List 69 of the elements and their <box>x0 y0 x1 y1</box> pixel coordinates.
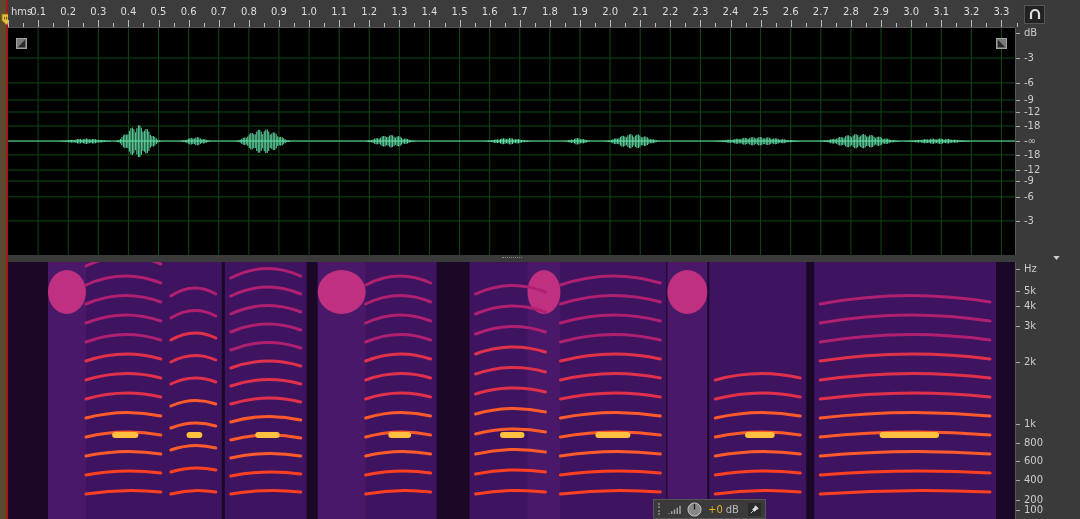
frequency-scale-label: 400 <box>1024 474 1044 485</box>
fade-out-handle-icon[interactable] <box>996 38 1007 49</box>
ruler-label: 2.9 <box>873 6 889 17</box>
signal-bars-icon <box>668 503 681 515</box>
ruler-label: 1.4 <box>421 6 438 17</box>
gain-unit: dB <box>725 503 739 515</box>
ruler-label: 0.3 <box>90 6 107 17</box>
ruler-label: 0.4 <box>120 6 137 17</box>
db-scale-label: -3 <box>1024 215 1034 226</box>
fade-in-handle-icon[interactable] <box>16 38 27 49</box>
headphones-button[interactable] <box>1024 4 1045 24</box>
ruler-label: 2.0 <box>602 6 619 17</box>
ruler-label: 0.6 <box>180 6 197 17</box>
frequency-scale-label: 600 <box>1024 455 1044 466</box>
frequency-scale-label: 3k <box>1024 321 1037 331</box>
ruler-label: 0.5 <box>150 6 167 17</box>
ruler-label: 1.9 <box>572 6 588 17</box>
time-ruler[interactable]: hms0.1 0.2 0.3 0.4 0.5 0.6 0.7 0.8 0.9 1.0 1.1 1.2 1.3 1.4 1.5 1.6 1.7 1.8 1.9 2.0 2.1 2.2 2.3 2.4 2.5 2.6 2.7 2.8 2.9 3.0 3.1 3.2 3.3 <box>8 0 1015 28</box>
ruler-label: 2.2 <box>662 6 679 17</box>
ruler-label: 1.1 <box>331 6 348 17</box>
ruler-label: 0.7 <box>210 6 227 17</box>
db-scale-label: -9 <box>1024 94 1034 105</box>
frequency-scale-label: 4k <box>1024 300 1037 311</box>
ruler-label: 3.1 <box>933 6 950 17</box>
db-scale-label: -12 <box>1024 107 1041 117</box>
resize-grip-icon[interactable] <box>501 257 522 260</box>
dropdown-arrow-icon[interactable] <box>1053 256 1060 260</box>
frequency-scale-label: 2k <box>1024 356 1037 367</box>
ruler-label: 2.8 <box>842 6 859 17</box>
ruler-label: 3.0 <box>903 6 920 17</box>
db-scale-label: -18 <box>1024 149 1041 160</box>
db-scale-label: -6 <box>1024 77 1034 88</box>
db-scale-label: -18 <box>1024 121 1041 132</box>
ruler-unit: hms <box>11 6 33 17</box>
frequency-scale-label: 800 <box>1024 437 1044 448</box>
ruler-label: 1.5 <box>451 6 468 17</box>
db-scale-label: -6 <box>1024 191 1034 202</box>
pin-icon[interactable] <box>748 502 761 516</box>
volume-knob-icon[interactable] <box>687 501 702 517</box>
ruler-label: 1.0 <box>301 6 317 17</box>
ruler-label: 0.8 <box>240 6 257 17</box>
ruler-label: 1.7 <box>511 6 528 17</box>
frequency-scale-label: 100 <box>1024 505 1044 515</box>
ruler-label: 2.7 <box>812 6 829 17</box>
gain-value[interactable]: +0 <box>708 503 723 515</box>
db-scale-label: dB <box>1024 28 1038 38</box>
ruler-label: 2.6 <box>782 6 799 17</box>
ruler-label: 2.1 <box>632 6 649 17</box>
ruler-label: 1.3 <box>391 6 408 17</box>
ruler-label: 1.2 <box>361 6 378 17</box>
ruler-label: 3.2 <box>963 6 980 17</box>
ruler-label: 0.1 <box>30 6 47 17</box>
frequency-scale-label: 5k <box>1024 286 1037 297</box>
db-scale-label: -3 <box>1024 52 1034 63</box>
headphones-icon <box>1028 8 1041 20</box>
ruler-label: 1.8 <box>541 6 558 17</box>
frequency-scale-label: 200 <box>1024 494 1044 505</box>
ruler-label: 2.4 <box>722 6 739 17</box>
ruler-label: 0.2 <box>60 6 77 17</box>
db-scale-label: -9 <box>1024 176 1034 186</box>
frequency-scale-label: 1k <box>1024 418 1037 429</box>
frequency-scale-label: Hz <box>1024 263 1037 274</box>
ruler-label: 3.3 <box>993 6 1010 17</box>
db-scale-label: -∞ <box>1024 136 1036 147</box>
ruler-label: 1.6 <box>481 6 498 17</box>
ruler-label: 0.9 <box>271 6 287 17</box>
ruler-label: 2.3 <box>692 6 709 17</box>
ruler-label: 2.5 <box>752 6 769 17</box>
db-scale-label: -12 <box>1024 165 1041 176</box>
